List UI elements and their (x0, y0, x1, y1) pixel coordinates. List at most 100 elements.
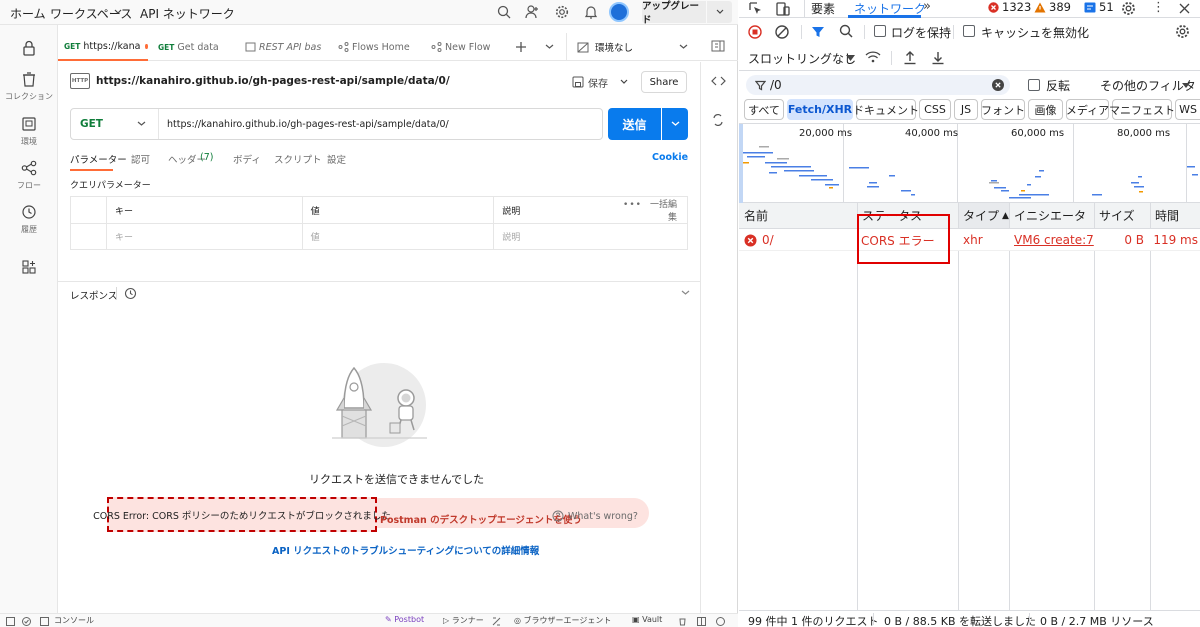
key-input[interactable]: キー (105, 223, 303, 250)
filter-chip-ws[interactable]: WS (1175, 99, 1200, 120)
trash-icon[interactable] (678, 617, 687, 626)
tab-params[interactable]: パラメーター (70, 152, 127, 166)
dropdown-arrow-icon[interactable] (846, 55, 855, 61)
filter-chip-manifest[interactable]: マニフェスト (1109, 99, 1175, 120)
related-icon[interactable] (712, 114, 724, 126)
filter-chip-media[interactable]: メディア (1066, 99, 1109, 120)
history-icon[interactable] (124, 287, 137, 300)
column-header-time[interactable]: 時間 (1150, 203, 1200, 228)
tab-request-active[interactable]: GET https://kana (58, 33, 148, 61)
nav-api-network[interactable]: API ネットワーク (140, 5, 235, 22)
preserve-log-checkbox[interactable] (874, 25, 886, 37)
column-header-name[interactable]: 名前 (739, 203, 857, 228)
search-icon[interactable] (497, 5, 511, 19)
postbot-button[interactable]: ✎ Postbot (385, 615, 424, 624)
import-har-icon[interactable] (903, 50, 917, 65)
throttling-select[interactable]: スロットリングなし (748, 50, 856, 67)
request-initiator-link[interactable]: VM6 create:7 (1014, 229, 1094, 251)
chevron-down-icon[interactable] (114, 9, 122, 15)
disable-cache-checkbox[interactable] (963, 25, 975, 37)
tab-elements[interactable]: 要素 (811, 0, 835, 17)
nav-home[interactable]: ホーム (10, 5, 46, 22)
tab-new-flow[interactable]: New Flow (431, 33, 506, 61)
tab-rest-api[interactable]: REST API bas (245, 33, 327, 61)
help-icon[interactable] (716, 617, 725, 626)
capture-icon[interactable] (492, 617, 501, 626)
filter-chip-document[interactable]: ドキュメント (853, 99, 919, 120)
network-settings-icon[interactable] (1175, 24, 1190, 39)
check-circle-icon[interactable] (22, 617, 31, 626)
filter-chip-font[interactable]: フォント (981, 99, 1025, 120)
console-button[interactable]: コンソール (54, 615, 94, 626)
add-user-icon[interactable] (525, 5, 539, 19)
filter-input[interactable] (770, 77, 960, 93)
inspect-element-icon[interactable] (748, 1, 763, 16)
column-header-type[interactable]: タイプ ▲ (958, 203, 1009, 228)
more-options-icon[interactable]: ⋮ (1152, 0, 1165, 15)
info-count-badge[interactable]: 51 (1084, 0, 1114, 14)
browser-agent-button[interactable]: ◎ ブラウザーエージェント (514, 615, 611, 626)
bell-icon[interactable] (584, 5, 598, 19)
runner-button[interactable]: ▷ ランナー (443, 615, 484, 626)
environment-select[interactable]: 環境なし (566, 33, 691, 61)
filter-chip-fetch-xhr[interactable]: Fetch/XHR (787, 99, 853, 120)
url-input[interactable] (167, 115, 587, 133)
filter-input-box[interactable] (746, 75, 1010, 95)
troubleshooting-link[interactable]: API リクエストのトラブルシューティングについての詳細情報 (272, 543, 539, 557)
tab-script[interactable]: スクリプト (274, 152, 322, 166)
layout-icon[interactable] (697, 617, 706, 626)
error-count-badge[interactable]: 1323 (988, 0, 1031, 14)
network-overview[interactable]: 20,000 ms 40,000 ms 60,000 ms 80,000 ms (739, 123, 1200, 204)
warning-count-badge[interactable]: 389 (1034, 0, 1071, 14)
whats-wrong-button[interactable]: What's wrong? (552, 510, 638, 522)
vault-button[interactable]: ▣ Vault (632, 615, 662, 624)
send-options-button[interactable] (662, 108, 688, 140)
avatar[interactable] (609, 2, 629, 22)
column-header-initiator[interactable]: イニシエータ (1009, 203, 1094, 228)
send-button[interactable]: 送信 (608, 108, 661, 140)
more-tabs-icon[interactable]: » (923, 0, 931, 14)
request-name-cell[interactable]: 0/ (744, 229, 774, 251)
tab-flows-home[interactable]: Flows Home (338, 33, 418, 61)
variables-panel-icon[interactable] (711, 40, 725, 52)
sidebar-item-environments[interactable]: 環境 (0, 115, 58, 147)
settings-gear-icon[interactable] (555, 5, 569, 19)
tab-auth[interactable]: 認可 (131, 152, 150, 166)
filter-chip-image[interactable]: 画像 (1028, 99, 1063, 120)
close-icon[interactable] (1179, 3, 1190, 14)
sidebar-item-collections[interactable]: コレクション (0, 70, 58, 102)
device-toolbar-icon[interactable] (775, 1, 790, 16)
plus-icon[interactable] (515, 41, 527, 53)
save-button[interactable]: 保存 (572, 73, 634, 91)
bulk-edit-link[interactable]: 一括編集 (650, 200, 677, 223)
column-header-size[interactable]: サイズ (1094, 203, 1150, 228)
network-conditions-icon[interactable] (865, 50, 881, 64)
more-icon[interactable]: ••• (623, 200, 642, 210)
record-icon[interactable] (748, 25, 762, 39)
chevron-down-icon[interactable] (545, 44, 554, 50)
upgrade-button[interactable]: アップグレード (642, 1, 706, 26)
tab-get-data[interactable]: GET Get data (158, 33, 228, 61)
invert-checkbox[interactable] (1028, 79, 1040, 91)
filter-chip-css[interactable]: CSS (919, 99, 951, 120)
export-har-icon[interactable] (931, 50, 945, 65)
sidebar-item-history[interactable]: 履歴 (0, 203, 58, 235)
code-icon[interactable] (711, 75, 726, 87)
tab-settings[interactable]: 設定 (327, 152, 346, 166)
upgrade-menu-button[interactable] (707, 1, 732, 23)
toggle-sidebar-icon[interactable] (6, 617, 15, 626)
sidebar-configure[interactable] (0, 258, 58, 276)
share-button[interactable]: Share (641, 71, 687, 93)
filter-chip-js[interactable]: JS (954, 99, 978, 120)
chevron-down-icon[interactable] (681, 290, 690, 296)
settings-gear-icon[interactable] (1121, 1, 1136, 16)
cookie-link[interactable]: Cookie (652, 152, 688, 163)
request-title[interactable]: https://kanahiro.github.io/gh-pages-rest… (96, 75, 450, 87)
search-icon[interactable] (839, 24, 853, 38)
sidebar-lock[interactable] (0, 39, 58, 57)
value-input[interactable]: 値 (301, 223, 495, 250)
tab-body[interactable]: ボディ (233, 152, 261, 166)
clear-filter-icon[interactable] (992, 79, 1004, 91)
sidebar-item-flows[interactable]: フロー (0, 159, 58, 191)
filter-icon[interactable] (811, 25, 825, 39)
